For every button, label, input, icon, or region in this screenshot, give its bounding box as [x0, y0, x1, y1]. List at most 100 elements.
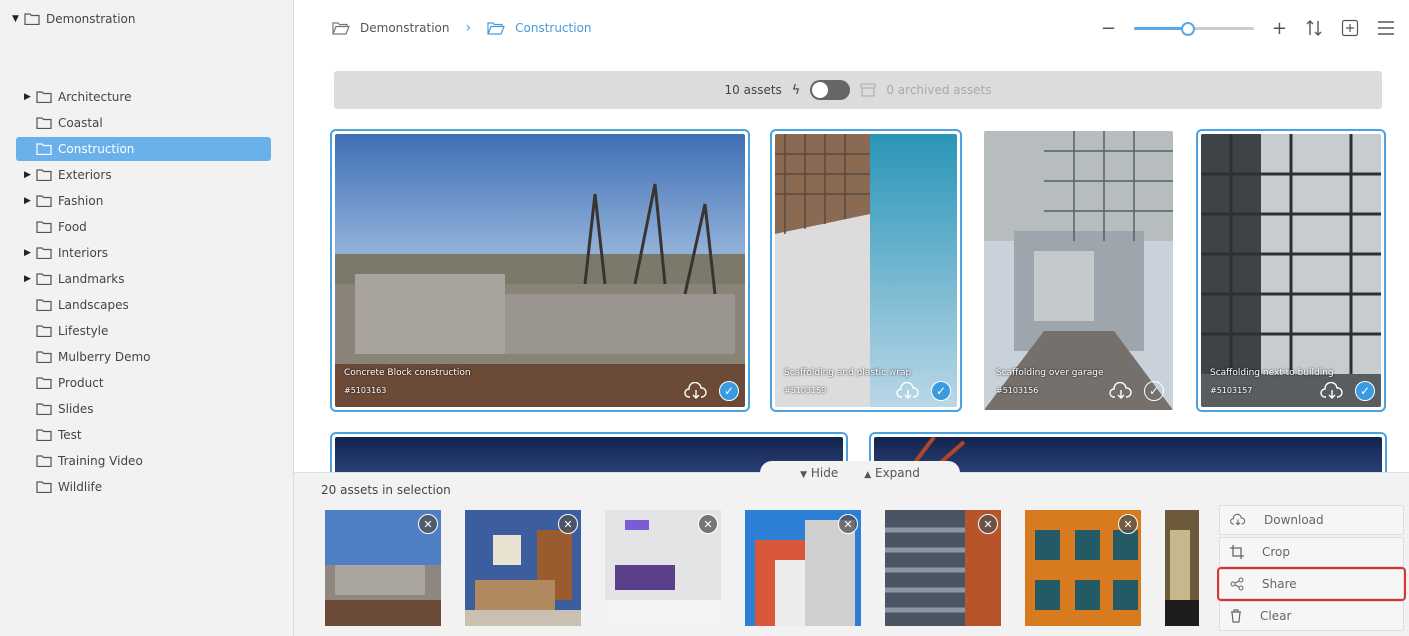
download-cloud-icon[interactable]	[684, 382, 708, 400]
zoom-in-icon[interactable]: +	[1272, 18, 1287, 39]
sidebar-item[interactable]: Test	[16, 423, 271, 447]
folder-icon	[36, 195, 52, 207]
tree-root-label: Demonstration	[46, 12, 136, 26]
selection-thumbnail[interactable]: ✕	[745, 510, 861, 626]
select-check-icon[interactable]: ✓	[719, 381, 739, 401]
selection-thumbnail[interactable]: ✕	[325, 510, 441, 626]
folder-icon	[36, 221, 52, 233]
sidebar-item[interactable]: ▶ Exteriors	[16, 163, 271, 187]
expanded-arrow-icon[interactable]: ▼	[12, 14, 24, 24]
crop-button[interactable]: Crop	[1219, 537, 1404, 567]
tree-root[interactable]: ▼ Demonstration	[12, 7, 282, 31]
sidebar-item[interactable]: ▶ Interiors	[16, 241, 271, 265]
sidebar-item[interactable]: Mulberry Demo	[16, 345, 271, 369]
sidebar-item[interactable]: Coastal	[16, 111, 271, 135]
expand-arrow-icon[interactable]: ▶	[24, 92, 36, 102]
sidebar-item[interactable]: Slides	[16, 397, 271, 421]
expand-arrow-icon[interactable]: ▶	[24, 196, 36, 206]
asset-card[interactable]: Scaffolding next to building #5103157 ✓	[1196, 129, 1386, 412]
asset-id: #5103163	[344, 386, 387, 395]
asset-card[interactable]: Concrete Block construction #5103163 ✓	[330, 129, 750, 412]
download-cloud-icon[interactable]	[1109, 382, 1133, 400]
folder-icon	[36, 273, 52, 285]
sidebar-item-label: Construction	[58, 142, 135, 156]
add-icon[interactable]	[1341, 19, 1359, 37]
caret-up-icon: ▲	[864, 470, 872, 480]
folder-icon	[36, 481, 52, 493]
sidebar-item[interactable]: ▶ Landmarks	[16, 267, 271, 291]
sidebar-item[interactable]: Landscapes	[16, 293, 271, 317]
tray-toggle-tab: ▼ Hide ▲ Expand	[760, 461, 960, 485]
archive-toggle[interactable]	[810, 80, 851, 100]
remove-icon[interactable]: ✕	[558, 514, 578, 534]
asset-id: #5103156	[996, 386, 1039, 395]
sidebar-item[interactable]: ▶ Architecture	[16, 85, 271, 109]
sidebar-item[interactable]: Lifestyle	[16, 319, 271, 343]
selection-thumbnail[interactable]: ✕	[605, 510, 721, 626]
sidebar-item-label: Architecture	[58, 90, 132, 104]
sidebar-item[interactable]: Wildlife	[16, 475, 271, 499]
expand-arrow-icon[interactable]: ▶	[24, 170, 36, 180]
zoom-out-icon[interactable]: −	[1101, 18, 1116, 39]
remove-icon[interactable]: ✕	[978, 514, 998, 534]
crop-icon	[1230, 545, 1244, 559]
folder-icon	[36, 455, 52, 467]
sidebar-item-label: Training Video	[58, 454, 143, 468]
lightning-icon: ϟ	[791, 82, 801, 98]
sidebar-item-label: Lifestyle	[58, 324, 109, 338]
zoom-slider-handle[interactable]	[1180, 22, 1195, 36]
zoom-slider[interactable]	[1133, 16, 1254, 40]
clear-button[interactable]: Clear	[1219, 601, 1404, 631]
archived-count: 0 archived assets	[886, 83, 992, 97]
asset-title: Scaffolding over garage	[996, 368, 1104, 378]
folder-sidebar: ▼ Demonstration ▶ Architecture Coastal Cons…	[0, 0, 294, 636]
sidebar-item[interactable]: Food	[16, 215, 271, 239]
selection-thumbnail[interactable]	[1165, 510, 1199, 626]
breadcrumb-current: Construction	[515, 21, 592, 35]
asset-title: Scaffolding and plastic wrap	[784, 368, 912, 378]
asset-browser: Demonstration › Construction − + 10 asse…	[294, 0, 1409, 472]
menu-icon[interactable]	[1377, 20, 1395, 36]
selection-thumbnail[interactable]: ✕	[1025, 510, 1141, 626]
download-cloud-icon[interactable]	[896, 382, 920, 400]
folder-open-icon	[36, 143, 52, 155]
sidebar-item[interactable]: Training Video	[16, 449, 271, 473]
sidebar-item[interactable]: Product	[16, 371, 271, 395]
asset-card[interactable]: Scaffolding and plastic wrap #5103159 ✓	[770, 129, 962, 412]
share-label: Share	[1262, 577, 1297, 591]
selection-thumbnail[interactable]: ✕	[465, 510, 581, 626]
select-check-icon[interactable]: ✓	[1144, 381, 1164, 401]
remove-icon[interactable]: ✕	[418, 514, 438, 534]
sidebar-item[interactable]: Construction	[16, 137, 271, 161]
asset-id: #5103157	[1210, 386, 1253, 395]
remove-icon[interactable]: ✕	[698, 514, 718, 534]
sort-icon[interactable]	[1305, 19, 1323, 37]
breadcrumb-parent[interactable]: Demonstration	[360, 21, 450, 35]
select-check-icon[interactable]: ✓	[931, 381, 951, 401]
sidebar-item[interactable]: ▶ Fashion	[16, 189, 271, 213]
folder-icon	[36, 299, 52, 311]
download-label: Download	[1264, 513, 1324, 527]
expand-button[interactable]: ▲ Expand	[864, 466, 920, 480]
select-check-icon[interactable]: ✓	[1355, 381, 1375, 401]
asset-image	[1201, 134, 1381, 407]
expand-label: Expand	[874, 466, 920, 480]
asset-card[interactable]: Scaffolding over garage #5103156 ✓	[984, 131, 1173, 410]
sidebar-item-label: Wildlife	[58, 480, 103, 494]
remove-icon[interactable]: ✕	[1118, 514, 1138, 534]
share-button[interactable]: Share	[1217, 567, 1406, 601]
folder-icon	[36, 91, 52, 103]
sidebar-item-label: Mulberry Demo	[58, 350, 151, 364]
caret-down-icon: ▼	[800, 470, 808, 480]
selection-count: 20 assets in selection	[321, 483, 451, 497]
hide-button[interactable]: ▼ Hide	[800, 466, 838, 480]
sidebar-item-label: Coastal	[58, 116, 103, 130]
expand-arrow-icon[interactable]: ▶	[24, 274, 36, 284]
download-cloud-icon[interactable]	[1320, 382, 1344, 400]
download-button[interactable]: Download	[1219, 505, 1404, 535]
asset-summary-bar: 10 assets ϟ 0 archived assets	[334, 71, 1382, 109]
selection-thumbnail[interactable]: ✕	[885, 510, 1001, 626]
folder-icon	[36, 377, 52, 389]
remove-icon[interactable]: ✕	[838, 514, 858, 534]
expand-arrow-icon[interactable]: ▶	[24, 248, 36, 258]
